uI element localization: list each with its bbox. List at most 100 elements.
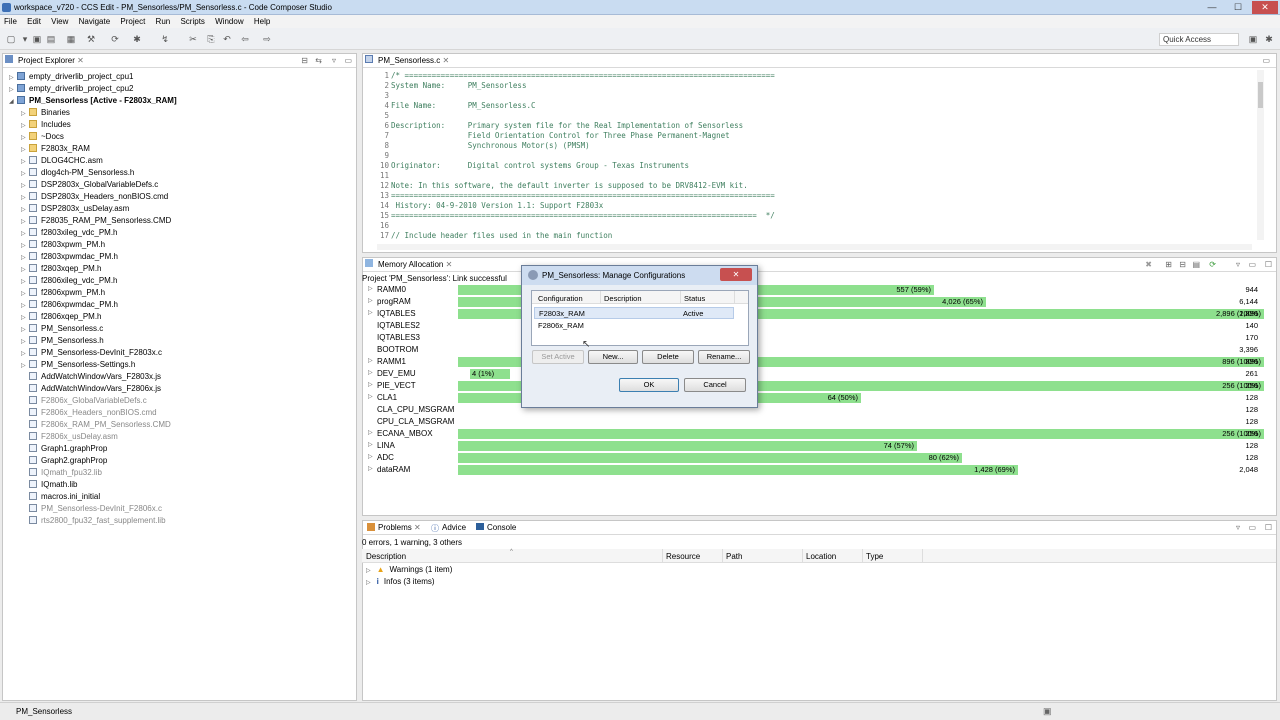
col-resource[interactable]: Resource — [666, 552, 700, 561]
tree-folder[interactable]: ▷ ~Docs — [21, 131, 64, 143]
memory-region-name[interactable]: CLA1 — [377, 392, 397, 404]
menu-navigate[interactable]: Navigate — [75, 15, 115, 26]
tree-file[interactable]: ▷ f2806xpwmdac_PM.h — [21, 299, 118, 311]
tree-file[interactable]: ▷ DSP2803x_GlobalVariableDefs.c — [21, 179, 158, 191]
new-button[interactable]: New... — [588, 350, 638, 364]
memory-region-name[interactable]: ADC — [377, 452, 394, 464]
memory-region-name[interactable]: RAMM0 — [377, 284, 406, 296]
debug-perspective-icon[interactable]: ✱ — [1264, 34, 1274, 44]
tree-file[interactable]: F2806x_usDelay.asm — [21, 431, 118, 443]
memory-region-name[interactable]: CLA_CPU_MSGRAM — [377, 404, 454, 416]
undo-icon[interactable]: ↶ — [222, 34, 232, 44]
config-row[interactable]: F2803x_RAM Active — [534, 307, 734, 319]
code-line[interactable]: 7 Field Orientation Control for Three Ph… — [380, 131, 729, 141]
flash-icon[interactable]: ↯ — [160, 34, 170, 44]
code-line[interactable]: 15 ======================================… — [380, 211, 775, 221]
progress-icon[interactable]: ▣ — [1043, 706, 1052, 717]
expander-icon[interactable]: ▷ — [368, 441, 373, 448]
memory-region-name[interactable]: dataRAM — [377, 464, 410, 476]
memory-region-name[interactable]: IQTABLES3 — [377, 332, 420, 344]
code-line[interactable]: 8 Synchronous Motor(s) (PMSM) — [380, 141, 589, 151]
tree-file[interactable]: ▷ DSP2803x_Headers_nonBIOS.cmd — [21, 191, 168, 203]
collapse-all-icon[interactable]: ⊟ — [1179, 260, 1186, 269]
tree-project[interactable]: ◢ PM_Sensorless [Active - F2803x_RAM] — [9, 95, 177, 107]
tree-file[interactable]: ▷ dlog4ch-PM_Sensorless.h — [21, 167, 134, 179]
tree-file[interactable]: Graph1.graphProp — [21, 443, 107, 455]
memory-region-name[interactable]: progRAM — [377, 296, 411, 308]
editor-hscrollbar[interactable] — [377, 244, 1252, 250]
delete-button[interactable]: Delete — [642, 350, 694, 364]
view-menu-icon[interactable]: ▿ — [332, 56, 336, 65]
tree-file[interactable]: ▷ f2803xpwmdac_PM.h — [21, 251, 118, 263]
expander-icon[interactable]: ▷ — [368, 369, 373, 376]
menu-window[interactable]: Window — [211, 15, 247, 26]
expander-icon[interactable]: ▷ — [368, 429, 373, 436]
close-window-button[interactable]: ✕ — [1252, 1, 1278, 14]
memory-region-name[interactable]: BOOTROM — [377, 344, 418, 356]
memory-region-name[interactable]: IQTABLES2 — [377, 320, 420, 332]
dialog-close-button[interactable]: ✕ — [720, 268, 752, 281]
tree-file[interactable]: ▷ PM_Sensorless.h — [21, 335, 104, 347]
editor-scrollbar[interactable] — [1257, 70, 1264, 240]
menu-scripts[interactable]: Scripts — [176, 15, 208, 26]
tree-file[interactable]: macros.ini_initial — [21, 491, 100, 503]
col-configuration[interactable]: Configuration — [538, 294, 583, 303]
code-line[interactable]: 14 History: 04-9-2010 Version 1.1: Suppo… — [380, 201, 603, 211]
expander-icon[interactable]: ▷ — [368, 393, 373, 400]
expand-all-icon[interactable]: ⊞ — [1165, 260, 1172, 269]
view-menu-icon[interactable]: ▿ — [1236, 523, 1240, 532]
refresh-icon[interactable]: ⟳ — [1209, 260, 1216, 269]
code-line[interactable]: 4 File Name: PM_Sensorless.C — [380, 101, 535, 111]
tree-file[interactable]: ▷ PM_Sensorless-Settings.h — [21, 359, 135, 371]
quick-access-input[interactable]: Quick Access — [1159, 33, 1239, 46]
forward-icon[interactable]: ⇨ — [262, 34, 272, 44]
code-line[interactable]: 9 — [380, 151, 391, 161]
debug-icon[interactable]: ✱ — [132, 34, 142, 44]
code-line[interactable]: 10 Originator: Digital control systems Gr… — [380, 161, 689, 171]
tree-project[interactable]: ▷ empty_driverlib_project_cpu2 — [9, 83, 134, 95]
code-line[interactable]: 1/* ====================================… — [380, 71, 774, 81]
col-status[interactable]: Status — [684, 294, 705, 303]
maximize-view-icon[interactable]: ☐ — [1265, 523, 1272, 532]
menu-project[interactable]: Project — [116, 15, 149, 26]
tree-folder[interactable]: ▷ Binaries — [21, 107, 70, 119]
layout-icon[interactable]: ▤ — [1192, 260, 1200, 269]
expander-icon[interactable]: ▷ — [366, 580, 371, 586]
tree-file[interactable]: ▷ PM_Sensorless.c — [21, 323, 103, 335]
code-line[interactable]: 17// Include header files used in the ma… — [380, 231, 612, 241]
problem-category-row[interactable]: ▷ ▲ Warnings (1 item) — [366, 564, 452, 576]
tree-file[interactable]: Graph2.graphProp — [21, 455, 107, 467]
tree-file[interactable]: rts2800_fpu32_fast_supplement.lib — [21, 515, 166, 527]
code-line[interactable]: 12 Note: In this software, the default in… — [380, 181, 748, 191]
config-row[interactable]: F2806x_RAM — [534, 320, 734, 332]
tree-file[interactable]: AddWatchWindowVars_F2806x.js — [21, 383, 161, 395]
tree-file[interactable]: ▷ DLOG4CHC.asm — [21, 155, 103, 167]
memory-region-name[interactable]: ECANA_MBOX — [377, 428, 433, 440]
clear-icon[interactable]: ✖ — [1145, 260, 1152, 269]
back-icon[interactable]: ⇦ — [240, 34, 250, 44]
menu-run[interactable]: Run — [152, 15, 175, 26]
expander-icon[interactable]: ▷ — [368, 357, 373, 364]
tree-file[interactable]: ▷ f2803xpwm_PM.h — [21, 239, 105, 251]
minimize-view-icon[interactable]: ▭ — [1248, 260, 1256, 269]
save-icon[interactable]: ▣ — [32, 34, 42, 44]
code-line[interactable]: 11 — [380, 171, 391, 181]
tree-file[interactable]: ▷ DSP2803x_usDelay.asm — [21, 203, 129, 215]
link-editor-icon[interactable]: ⇆ — [315, 56, 322, 65]
hammer-icon[interactable]: ⚒ — [86, 34, 96, 44]
code-line[interactable]: 3 — [380, 91, 391, 101]
refresh-icon[interactable]: ⟳ — [110, 34, 120, 44]
expander-icon[interactable]: ▷ — [368, 453, 373, 460]
expander-icon[interactable]: ▷ — [368, 285, 373, 292]
rename-button[interactable]: Rename... — [698, 350, 750, 364]
memory-region-name[interactable]: CPU_CLA_MSGRAM — [377, 416, 454, 428]
tree-folder[interactable]: ▷ F2803x_RAM — [21, 143, 90, 155]
tree-file[interactable]: ▷ f2806xqep_PM.h — [21, 311, 102, 323]
expander-icon[interactable]: ▷ — [368, 465, 373, 472]
perspective-icon[interactable]: ▣ — [1248, 34, 1258, 44]
memory-region-name[interactable]: RAMM1 — [377, 356, 406, 368]
code-line[interactable]: 6 Description: Primary system file for th… — [380, 121, 743, 131]
tab-advice[interactable]: ⓘ Advice — [429, 523, 466, 533]
tab-memory-allocation[interactable]: Memory Allocation ✕ — [365, 260, 452, 269]
tree-file[interactable]: ▷ f2803xqep_PM.h — [21, 263, 102, 275]
